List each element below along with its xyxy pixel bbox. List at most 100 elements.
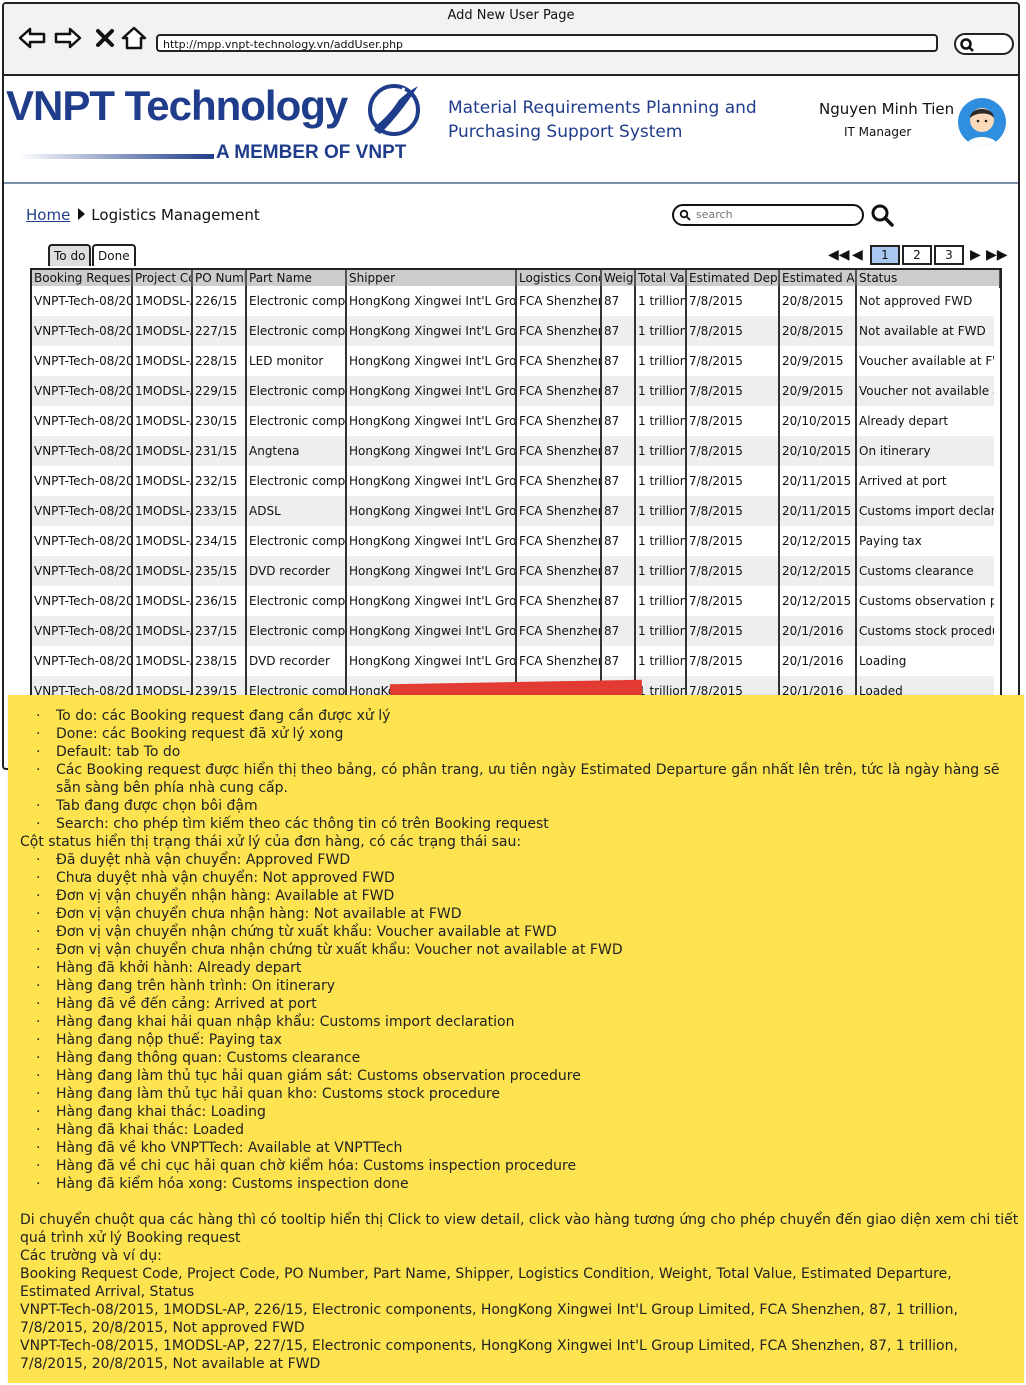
table-cell: 87 — [601, 646, 636, 676]
table-cell: LED monitor — [246, 346, 347, 376]
table-cell: Angtena — [246, 436, 347, 466]
column-header[interactable]: Shipper — [346, 270, 517, 286]
note-bullet-item: Hàng đang làm thủ tục hải quan giám sát:… — [8, 1067, 1024, 1085]
table-cell: 20/12/2015 — [779, 556, 857, 586]
table-row[interactable]: VNPT-Tech-08/20151MODSL-AP231/15AngtenaH… — [32, 436, 1000, 466]
table-cell: 20/11/2015 — [779, 466, 857, 496]
table-cell: Loading — [856, 646, 1000, 676]
table-cell: FCA Shenzhen — [516, 436, 602, 466]
table-cell: 227/15 — [192, 316, 247, 346]
column-header[interactable]: PO Number — [192, 270, 247, 286]
table-cell: 1MODSL-AP — [132, 436, 193, 466]
search-field[interactable] — [672, 204, 864, 226]
tab-to-do[interactable]: To do — [48, 244, 92, 266]
page-1-button[interactable]: 1 — [870, 245, 900, 265]
table-cell: HongKong Xingwei Int'L Group Limited — [346, 466, 517, 496]
table-cell: Customs import declaration — [856, 496, 1000, 526]
table-row[interactable]: VNPT-Tech-08/20151MODSL-AP230/15Electron… — [32, 406, 1000, 436]
page-3-button[interactable]: 3 — [934, 245, 964, 265]
table-row[interactable]: VNPT-Tech-08/20151MODSL-AP228/15LED moni… — [32, 346, 1000, 376]
table-cell: Voucher available at FWD — [856, 346, 1000, 376]
table-row[interactable]: VNPT-Tech-08/20151MODSL-AP232/15Electron… — [32, 466, 1000, 496]
table-cell: HongKong Xingwei Int'L Group Limited — [346, 286, 517, 316]
tab-done[interactable]: Done — [92, 244, 136, 266]
table-cell: 20/10/2015 — [779, 436, 857, 466]
table-row[interactable]: VNPT-Tech-08/20151MODSL-AP233/15ADSLHong… — [32, 496, 1000, 526]
table-cell: 1 trillion — [635, 646, 687, 676]
table-row[interactable]: VNPT-Tech-08/20151MODSL-AP235/15DVD reco… — [32, 556, 1000, 586]
table-cell: Already depart — [856, 406, 1000, 436]
table-cell: On itinerary — [856, 436, 1000, 466]
note-bullet-item: Chưa duyệt nhà vận chuyển: Not approved … — [8, 869, 1024, 887]
table-cell: 87 — [601, 496, 636, 526]
table-cell: 87 — [601, 376, 636, 406]
column-header[interactable]: Booking Request Code — [32, 270, 133, 286]
table-cell: 20/9/2015 — [779, 346, 857, 376]
table-cell: FCA Shenzhen — [516, 586, 602, 616]
table-cell: 1 trillion — [635, 556, 687, 586]
breadcrumb-home-link[interactable]: Home — [26, 206, 70, 224]
table-cell: HongKong Xingwei Int'L Group Limited — [346, 646, 517, 676]
table-cell: 7/8/2015 — [686, 286, 780, 316]
table-cell: Arrived at port — [856, 466, 1000, 496]
table-cell: 1 trillion — [635, 316, 687, 346]
table-cell: 226/15 — [192, 286, 247, 316]
search-button[interactable] — [870, 203, 894, 231]
search-icon — [871, 204, 894, 227]
table-cell: 237/15 — [192, 616, 247, 646]
forward-arrow-icon[interactable] — [54, 26, 82, 57]
system-title: Material Requirements Planning and Purch… — [448, 98, 757, 142]
table-cell: 20/8/2015 — [779, 316, 857, 346]
table-row[interactable]: VNPT-Tech-08/20151MODSL-AP238/15DVD reco… — [32, 646, 1000, 676]
prev-page-icon[interactable]: ◀ — [852, 244, 863, 266]
column-header[interactable]: Estimated Departure — [686, 270, 780, 286]
close-icon[interactable] — [94, 26, 116, 57]
column-header[interactable]: Total Value — [635, 270, 687, 286]
table-cell: 20/8/2015 — [779, 286, 857, 316]
table-cell: 20/1/2016 — [779, 646, 857, 676]
table-row[interactable]: VNPT-Tech-08/20151MODSL-AP227/15Electron… — [32, 316, 1000, 346]
next-page-icon[interactable]: ▶ — [970, 244, 981, 266]
first-page-icon[interactable]: ◀◀ — [828, 244, 850, 266]
column-header[interactable]: Status — [856, 270, 1000, 286]
note-bullet-item: Hàng đang thông quan: Customs clearance — [8, 1049, 1024, 1067]
table-cell: 1 trillion — [635, 496, 687, 526]
user-avatar-icon[interactable] — [958, 98, 1006, 146]
column-header[interactable]: Estimated Arrival — [779, 270, 857, 286]
table-cell: HongKong Xingwei Int'L Group Limited — [346, 586, 517, 616]
table-row[interactable]: VNPT-Tech-08/20151MODSL-AP226/15Electron… — [32, 286, 1000, 316]
table-cell: 87 — [601, 346, 636, 376]
table-cell: VNPT-Tech-08/2015 — [32, 346, 133, 376]
note-bullet-list: To do: các Booking request đang cần được… — [8, 707, 1024, 833]
column-header[interactable]: Part Name — [246, 270, 347, 286]
table-row[interactable]: VNPT-Tech-08/20151MODSL-AP234/15Electron… — [32, 526, 1000, 556]
home-icon[interactable] — [120, 26, 148, 57]
note-bullet-item: Search: cho phép tìm kiếm theo các thông… — [8, 815, 1024, 833]
table-cell: VNPT-Tech-08/2015 — [32, 556, 133, 586]
search-input[interactable] — [694, 207, 858, 222]
last-page-icon[interactable]: ▶▶ — [986, 244, 1008, 266]
table-cell: FCA Shenzhen — [516, 616, 602, 646]
column-header[interactable]: Weight — [601, 270, 636, 286]
column-header[interactable]: Logistics Condition — [516, 270, 602, 286]
table-cell: 234/15 — [192, 526, 247, 556]
table-cell: FCA Shenzhen — [516, 286, 602, 316]
table-row[interactable]: VNPT-Tech-08/20151MODSL-AP236/15Electron… — [32, 586, 1000, 616]
back-arrow-icon[interactable] — [18, 26, 46, 57]
column-header[interactable]: Project Code — [132, 270, 193, 286]
table-cell: HongKong Xingwei Int'L Group Limited — [346, 376, 517, 406]
table-cell: FCA Shenzhen — [516, 346, 602, 376]
address-bar[interactable]: http://mpp.vnpt-technology.vn/addUser.ph… — [156, 34, 938, 52]
table-cell: 1 trillion — [635, 586, 687, 616]
browser-search-field[interactable] — [954, 33, 1014, 55]
page-2-button[interactable]: 2 — [902, 245, 932, 265]
table-cell: Paying tax — [856, 526, 1000, 556]
table-cell: Customs observation procedure — [856, 586, 1000, 616]
table-row[interactable]: VNPT-Tech-08/20151MODSL-AP237/15Electron… — [32, 616, 1000, 646]
table-cell: 87 — [601, 466, 636, 496]
table-cell: VNPT-Tech-08/2015 — [32, 616, 133, 646]
table-row[interactable]: VNPT-Tech-08/20151MODSL-AP229/15Electron… — [32, 376, 1000, 406]
table-cell: 1MODSL-AP — [132, 286, 193, 316]
table-cell: 87 — [601, 586, 636, 616]
table-cell: 87 — [601, 526, 636, 556]
